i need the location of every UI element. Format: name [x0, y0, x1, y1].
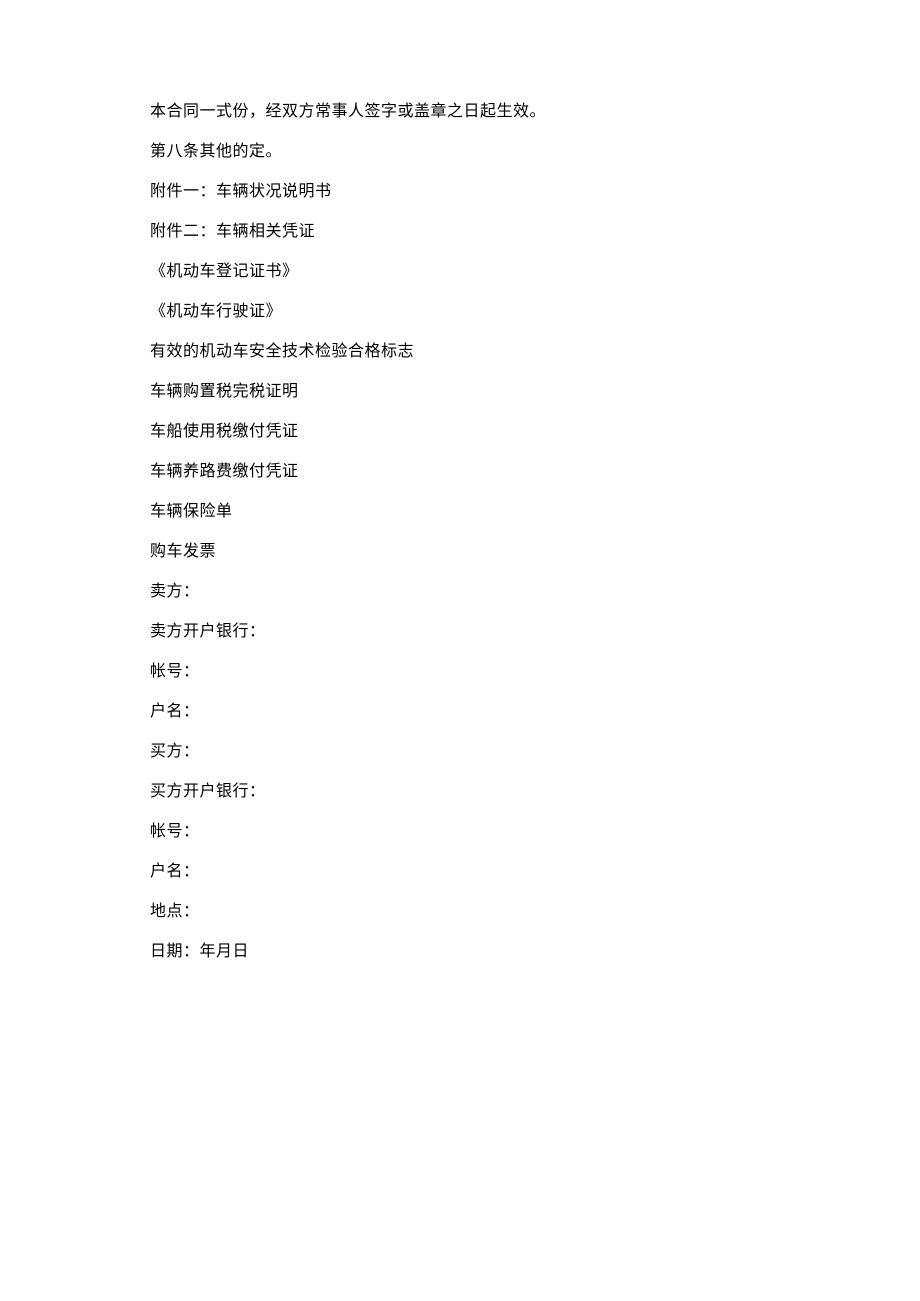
purchase-tax-line: 车辆购置税完税证明: [150, 384, 770, 400]
seller-account-name-line: 户名：: [150, 704, 770, 720]
buyer-account-line: 帐号：: [150, 824, 770, 840]
date-line: 日期：年月日: [150, 944, 770, 960]
road-fee-line: 车辆养路费缴付凭证: [150, 464, 770, 480]
buyer-account-name-line: 户名：: [150, 864, 770, 880]
buyer-bank-line: 买方开户银行：: [150, 784, 770, 800]
purchase-invoice-line: 购车发票: [150, 544, 770, 560]
seller-bank-line: 卖方开户银行：: [150, 624, 770, 640]
attachment-2-line: 附件二：车辆相关凭证: [150, 224, 770, 240]
document-page: 本合同一式份，经双方常事人签字或盖章之日起生效。 第八条其他的定。 附件一：车辆…: [0, 0, 920, 960]
buyer-line: 买方：: [150, 744, 770, 760]
attachment-1-line: 附件一：车辆状况说明书: [150, 184, 770, 200]
article-8-line: 第八条其他的定。: [150, 144, 770, 160]
driving-license-line: 《机动车行驶证》: [150, 304, 770, 320]
contract-copies-line: 本合同一式份，经双方常事人签字或盖章之日起生效。: [150, 104, 770, 120]
registration-cert-line: 《机动车登记证书》: [150, 264, 770, 280]
seller-line: 卖方：: [150, 584, 770, 600]
safety-inspection-line: 有效的机动车安全技术检验合格标志: [150, 344, 770, 360]
seller-account-line: 帐号：: [150, 664, 770, 680]
vessel-tax-line: 车船使用税缴付凭证: [150, 424, 770, 440]
location-line: 地点：: [150, 904, 770, 920]
insurance-line: 车辆保险单: [150, 504, 770, 520]
